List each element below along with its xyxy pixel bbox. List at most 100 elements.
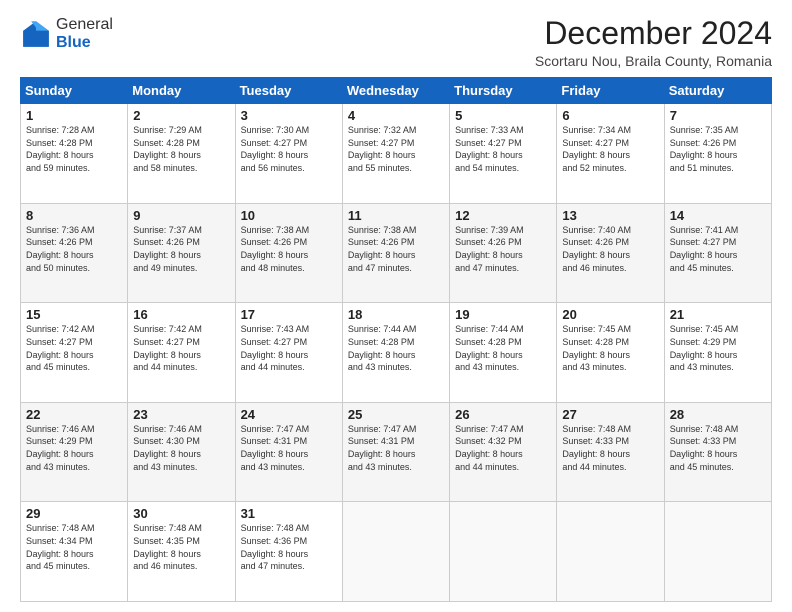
day-info: Sunrise: 7:47 AM Sunset: 4:31 PM Dayligh… [241, 423, 337, 473]
col-tuesday: Tuesday [235, 78, 342, 104]
day-info: Sunrise: 7:38 AM Sunset: 4:26 PM Dayligh… [348, 224, 444, 274]
day-info: Sunrise: 7:44 AM Sunset: 4:28 PM Dayligh… [348, 323, 444, 373]
day-number: 6 [562, 108, 658, 123]
day-info: Sunrise: 7:40 AM Sunset: 4:26 PM Dayligh… [562, 224, 658, 274]
table-row: 23Sunrise: 7:46 AM Sunset: 4:30 PM Dayli… [128, 402, 235, 502]
day-number: 8 [26, 208, 122, 223]
day-number: 17 [241, 307, 337, 322]
table-row: 17Sunrise: 7:43 AM Sunset: 4:27 PM Dayli… [235, 303, 342, 403]
logo: General Blue [20, 16, 113, 51]
calendar-row: 29Sunrise: 7:48 AM Sunset: 4:34 PM Dayli… [21, 502, 772, 602]
day-number: 4 [348, 108, 444, 123]
day-number: 5 [455, 108, 551, 123]
calendar-row: 8Sunrise: 7:36 AM Sunset: 4:26 PM Daylig… [21, 203, 772, 303]
table-row: 11Sunrise: 7:38 AM Sunset: 4:26 PM Dayli… [342, 203, 449, 303]
col-thursday: Thursday [450, 78, 557, 104]
day-info: Sunrise: 7:46 AM Sunset: 4:30 PM Dayligh… [133, 423, 229, 473]
day-info: Sunrise: 7:29 AM Sunset: 4:28 PM Dayligh… [133, 124, 229, 174]
day-info: Sunrise: 7:42 AM Sunset: 4:27 PM Dayligh… [26, 323, 122, 373]
logo-icon [20, 18, 52, 50]
day-info: Sunrise: 7:41 AM Sunset: 4:27 PM Dayligh… [670, 224, 766, 274]
table-row: 25Sunrise: 7:47 AM Sunset: 4:31 PM Dayli… [342, 402, 449, 502]
day-number: 14 [670, 208, 766, 223]
table-row: 28Sunrise: 7:48 AM Sunset: 4:33 PM Dayli… [664, 402, 771, 502]
day-info: Sunrise: 7:33 AM Sunset: 4:27 PM Dayligh… [455, 124, 551, 174]
table-row: 6Sunrise: 7:34 AM Sunset: 4:27 PM Daylig… [557, 104, 664, 204]
day-number: 16 [133, 307, 229, 322]
table-row: 8Sunrise: 7:36 AM Sunset: 4:26 PM Daylig… [21, 203, 128, 303]
location-subtitle: Scortaru Nou, Braila County, Romania [535, 53, 772, 69]
table-row: 18Sunrise: 7:44 AM Sunset: 4:28 PM Dayli… [342, 303, 449, 403]
day-info: Sunrise: 7:45 AM Sunset: 4:28 PM Dayligh… [562, 323, 658, 373]
day-info: Sunrise: 7:46 AM Sunset: 4:29 PM Dayligh… [26, 423, 122, 473]
table-row [664, 502, 771, 602]
day-number: 24 [241, 407, 337, 422]
col-monday: Monday [128, 78, 235, 104]
day-info: Sunrise: 7:37 AM Sunset: 4:26 PM Dayligh… [133, 224, 229, 274]
day-number: 15 [26, 307, 122, 322]
day-number: 22 [26, 407, 122, 422]
day-number: 23 [133, 407, 229, 422]
day-info: Sunrise: 7:42 AM Sunset: 4:27 PM Dayligh… [133, 323, 229, 373]
day-info: Sunrise: 7:43 AM Sunset: 4:27 PM Dayligh… [241, 323, 337, 373]
day-number: 30 [133, 506, 229, 521]
day-number: 27 [562, 407, 658, 422]
day-info: Sunrise: 7:32 AM Sunset: 4:27 PM Dayligh… [348, 124, 444, 174]
calendar-row: 22Sunrise: 7:46 AM Sunset: 4:29 PM Dayli… [21, 402, 772, 502]
day-info: Sunrise: 7:47 AM Sunset: 4:31 PM Dayligh… [348, 423, 444, 473]
day-number: 28 [670, 407, 766, 422]
table-row: 4Sunrise: 7:32 AM Sunset: 4:27 PM Daylig… [342, 104, 449, 204]
table-row: 30Sunrise: 7:48 AM Sunset: 4:35 PM Dayli… [128, 502, 235, 602]
header: General Blue December 2024 Scortaru Nou,… [20, 16, 772, 69]
table-row: 19Sunrise: 7:44 AM Sunset: 4:28 PM Dayli… [450, 303, 557, 403]
day-info: Sunrise: 7:28 AM Sunset: 4:28 PM Dayligh… [26, 124, 122, 174]
title-block: December 2024 Scortaru Nou, Braila Count… [535, 16, 772, 69]
table-row: 12Sunrise: 7:39 AM Sunset: 4:26 PM Dayli… [450, 203, 557, 303]
table-row: 14Sunrise: 7:41 AM Sunset: 4:27 PM Dayli… [664, 203, 771, 303]
day-info: Sunrise: 7:47 AM Sunset: 4:32 PM Dayligh… [455, 423, 551, 473]
day-number: 29 [26, 506, 122, 521]
table-row [342, 502, 449, 602]
day-number: 25 [348, 407, 444, 422]
day-info: Sunrise: 7:48 AM Sunset: 4:35 PM Dayligh… [133, 522, 229, 572]
table-row [450, 502, 557, 602]
day-number: 12 [455, 208, 551, 223]
day-number: 13 [562, 208, 658, 223]
calendar-row: 15Sunrise: 7:42 AM Sunset: 4:27 PM Dayli… [21, 303, 772, 403]
col-saturday: Saturday [664, 78, 771, 104]
day-info: Sunrise: 7:38 AM Sunset: 4:26 PM Dayligh… [241, 224, 337, 274]
table-row: 26Sunrise: 7:47 AM Sunset: 4:32 PM Dayli… [450, 402, 557, 502]
day-info: Sunrise: 7:34 AM Sunset: 4:27 PM Dayligh… [562, 124, 658, 174]
header-row: Sunday Monday Tuesday Wednesday Thursday… [21, 78, 772, 104]
day-number: 11 [348, 208, 444, 223]
table-row: 10Sunrise: 7:38 AM Sunset: 4:26 PM Dayli… [235, 203, 342, 303]
table-row: 21Sunrise: 7:45 AM Sunset: 4:29 PM Dayli… [664, 303, 771, 403]
calendar-row: 1Sunrise: 7:28 AM Sunset: 4:28 PM Daylig… [21, 104, 772, 204]
day-info: Sunrise: 7:48 AM Sunset: 4:36 PM Dayligh… [241, 522, 337, 572]
table-row: 5Sunrise: 7:33 AM Sunset: 4:27 PM Daylig… [450, 104, 557, 204]
day-number: 21 [670, 307, 766, 322]
day-number: 2 [133, 108, 229, 123]
day-number: 26 [455, 407, 551, 422]
table-row: 31Sunrise: 7:48 AM Sunset: 4:36 PM Dayli… [235, 502, 342, 602]
day-info: Sunrise: 7:45 AM Sunset: 4:29 PM Dayligh… [670, 323, 766, 373]
month-title: December 2024 [535, 16, 772, 51]
day-number: 19 [455, 307, 551, 322]
day-number: 18 [348, 307, 444, 322]
col-wednesday: Wednesday [342, 78, 449, 104]
table-row: 1Sunrise: 7:28 AM Sunset: 4:28 PM Daylig… [21, 104, 128, 204]
day-info: Sunrise: 7:39 AM Sunset: 4:26 PM Dayligh… [455, 224, 551, 274]
logo-text: General Blue [56, 16, 113, 51]
day-number: 7 [670, 108, 766, 123]
table-row: 20Sunrise: 7:45 AM Sunset: 4:28 PM Dayli… [557, 303, 664, 403]
table-row: 22Sunrise: 7:46 AM Sunset: 4:29 PM Dayli… [21, 402, 128, 502]
table-row: 24Sunrise: 7:47 AM Sunset: 4:31 PM Dayli… [235, 402, 342, 502]
day-number: 9 [133, 208, 229, 223]
day-number: 1 [26, 108, 122, 123]
day-info: Sunrise: 7:48 AM Sunset: 4:34 PM Dayligh… [26, 522, 122, 572]
table-row: 2Sunrise: 7:29 AM Sunset: 4:28 PM Daylig… [128, 104, 235, 204]
day-info: Sunrise: 7:36 AM Sunset: 4:26 PM Dayligh… [26, 224, 122, 274]
table-row: 15Sunrise: 7:42 AM Sunset: 4:27 PM Dayli… [21, 303, 128, 403]
day-number: 31 [241, 506, 337, 521]
table-row: 16Sunrise: 7:42 AM Sunset: 4:27 PM Dayli… [128, 303, 235, 403]
